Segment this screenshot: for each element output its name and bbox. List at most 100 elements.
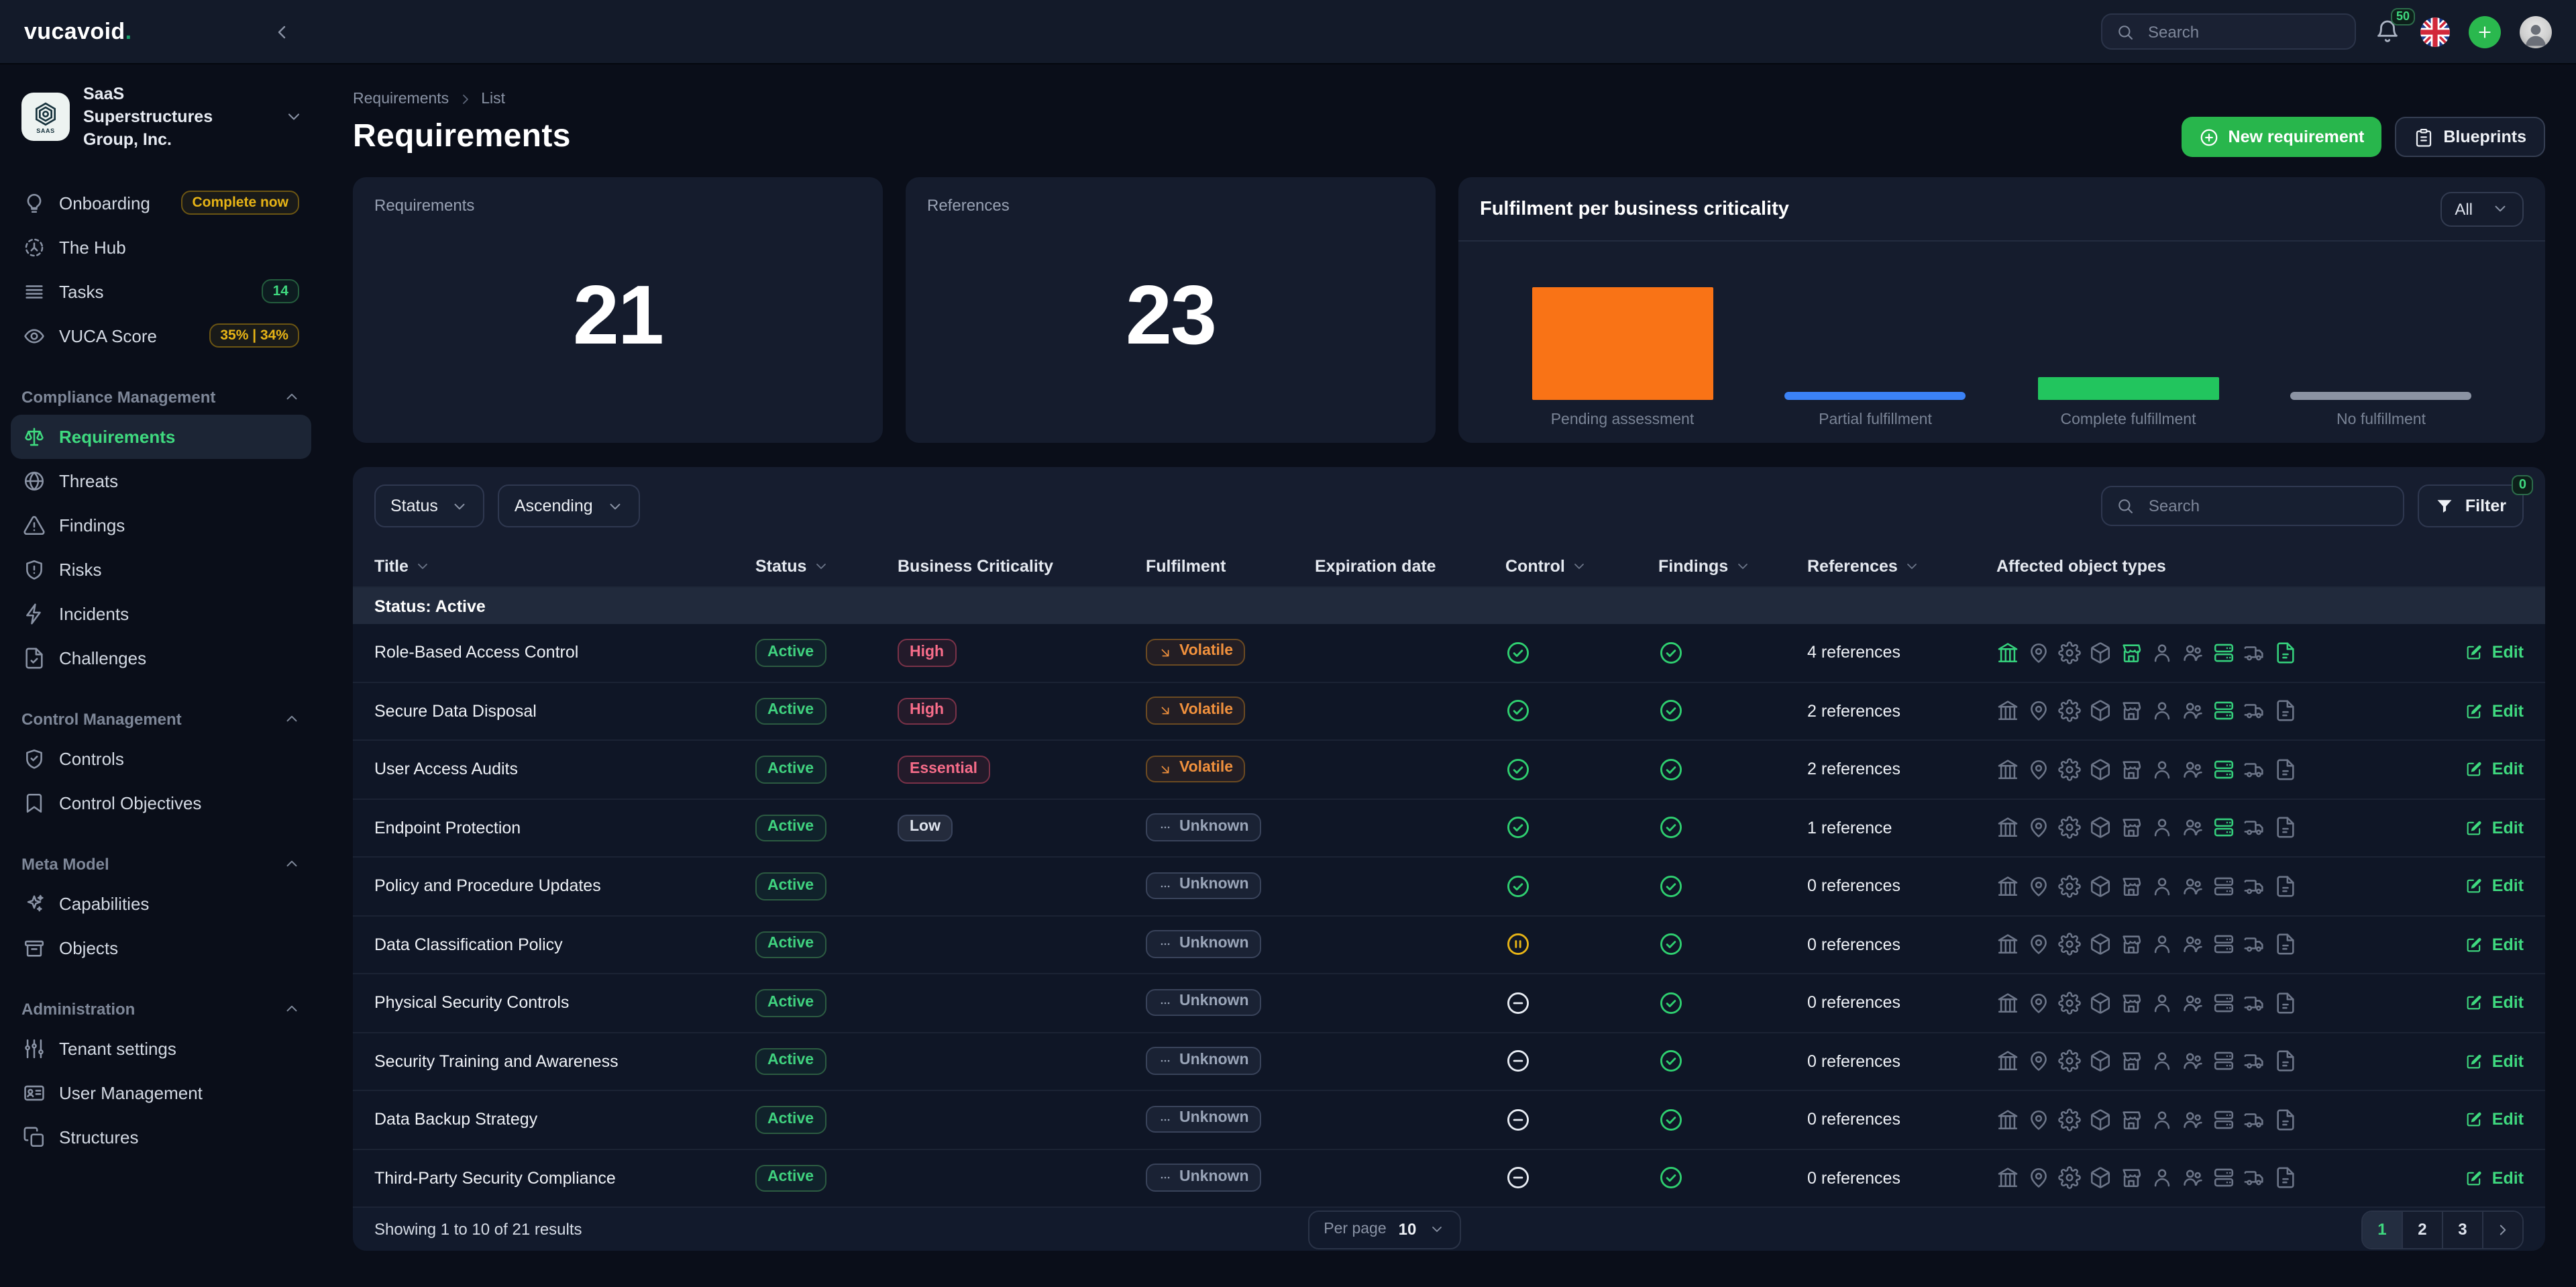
- page-button-3[interactable]: 3: [2442, 1211, 2482, 1247]
- sidebar-item-challenges[interactable]: Challenges: [11, 635, 311, 680]
- breadcrumb-requirements[interactable]: Requirements: [353, 91, 449, 107]
- table-row[interactable]: Third-Party Security ComplianceActiveUnk…: [353, 1149, 2545, 1206]
- column-header-status[interactable]: Status: [755, 556, 898, 575]
- chart-category-label: Partial fulfillment: [1749, 400, 2002, 443]
- table-row[interactable]: Physical Security ControlsActiveUnknown0…: [353, 974, 2545, 1033]
- server-icon: [2212, 1167, 2235, 1190]
- edit-button[interactable]: Edit: [2439, 877, 2524, 896]
- sidebar-item-tenant-settings[interactable]: Tenant settings: [11, 1026, 311, 1070]
- plus-icon: [2475, 22, 2494, 41]
- org-selector[interactable]: SAAS SaaS Superstructures Group, Inc.: [21, 83, 303, 151]
- edit-button[interactable]: Edit: [2439, 935, 2524, 954]
- page-button-1[interactable]: 1: [2363, 1211, 2402, 1247]
- column-header-references[interactable]: References: [1807, 556, 1996, 575]
- edit-button[interactable]: Edit: [2439, 994, 2524, 1013]
- check-circle-icon: [1658, 757, 1684, 782]
- store-icon: [2120, 817, 2143, 839]
- user-icon: [2151, 1050, 2174, 1073]
- map-pin-icon: [2027, 992, 2050, 1015]
- sidebar-item-user-management[interactable]: User Management: [11, 1070, 311, 1115]
- table-search[interactable]: [2102, 486, 2405, 526]
- table-row[interactable]: Secure Data DisposalActiveHighVolatile2 …: [353, 682, 2545, 741]
- sidebar-item-structures[interactable]: Structures: [11, 1115, 311, 1159]
- gear-icon: [2058, 1167, 2081, 1190]
- sort-order-select[interactable]: Ascending: [498, 484, 640, 527]
- uk-flag-icon[interactable]: [2420, 17, 2450, 46]
- sidebar-item-the-hub[interactable]: The Hub: [11, 225, 311, 269]
- filter-button[interactable]: Filter 0: [2418, 484, 2524, 527]
- edit-button[interactable]: Edit: [2439, 702, 2524, 721]
- new-requirement-button[interactable]: New requirement: [2182, 117, 2382, 157]
- sidebar-collapse-button[interactable]: [266, 16, 298, 48]
- sidebar-item-vuca-score[interactable]: VUCA Score35% | 34%: [11, 313, 311, 358]
- status-badge: Active: [755, 1165, 826, 1192]
- sidebar-item-incidents[interactable]: Incidents: [11, 591, 311, 635]
- sidebar-item-label: The Hub: [59, 237, 126, 257]
- sidebar-item-control-objectives[interactable]: Control Objectives: [11, 780, 311, 825]
- control-status-icon: [1505, 874, 1658, 899]
- chart-bar-pending-assessment: [1532, 287, 1713, 400]
- shield-alert-icon: [23, 558, 46, 580]
- table-row[interactable]: User Access AuditsActiveEssentialVolatil…: [353, 741, 2545, 799]
- check-circle-icon: [1658, 932, 1684, 958]
- chart-filter-select[interactable]: All: [2440, 191, 2524, 226]
- edit-button[interactable]: Edit: [2439, 760, 2524, 779]
- table-row[interactable]: Policy and Procedure UpdatesActiveUnknow…: [353, 858, 2545, 916]
- sidebar-item-objects[interactable]: Objects: [11, 925, 311, 970]
- quick-add-button[interactable]: [2469, 15, 2501, 48]
- chevron-down-icon: [415, 558, 431, 574]
- sidebar-item-risks[interactable]: Risks: [11, 547, 311, 591]
- sort-field-select[interactable]: Status: [374, 484, 485, 527]
- table-search-input[interactable]: [2146, 495, 2390, 517]
- bank-icon: [1996, 758, 2019, 781]
- sidebar-section-meta-model[interactable]: Meta Model: [21, 854, 301, 873]
- table-row[interactable]: Data Classification PolicyActiveUnknown0…: [353, 916, 2545, 974]
- eye-icon: [23, 324, 46, 347]
- edit-button[interactable]: Edit: [2439, 819, 2524, 837]
- edit-button[interactable]: Edit: [2439, 1111, 2524, 1129]
- page-button-2[interactable]: 2: [2402, 1211, 2442, 1247]
- global-search-input[interactable]: [2145, 21, 2341, 42]
- next-page-button[interactable]: [2482, 1211, 2522, 1247]
- map-pin-icon: [2027, 1109, 2050, 1131]
- table-row[interactable]: Role-Based Access ControlActiveHighVolat…: [353, 624, 2545, 682]
- requirements-stat-card: Requirements 21: [353, 177, 883, 443]
- user-icon: [2151, 700, 2174, 723]
- table-row[interactable]: Security Training and AwarenessActiveUnk…: [353, 1033, 2545, 1091]
- edit-button[interactable]: Edit: [2439, 1052, 2524, 1071]
- sidebar-item-tasks[interactable]: Tasks14: [11, 269, 311, 313]
- sidebar-section-control-management[interactable]: Control Management: [21, 709, 301, 728]
- chart-category-label: No fulfillment: [2255, 400, 2508, 443]
- edit-button[interactable]: Edit: [2439, 1169, 2524, 1188]
- edit-button[interactable]: Edit: [2439, 644, 2524, 662]
- user-avatar[interactable]: [2520, 15, 2552, 48]
- global-search[interactable]: [2101, 13, 2356, 50]
- check-circle-icon: [1658, 699, 1684, 724]
- sidebar-item-findings[interactable]: Findings: [11, 503, 311, 547]
- column-header-control[interactable]: Control: [1505, 556, 1658, 575]
- sidebar-item-controls[interactable]: Controls: [11, 736, 311, 780]
- per-page-select[interactable]: Per page 10: [1307, 1210, 1460, 1249]
- column-header-findings[interactable]: Findings: [1658, 556, 1807, 575]
- fulfilment-badge: Unknown: [1146, 1164, 1261, 1192]
- sliders-icon: [23, 1037, 46, 1060]
- table-row[interactable]: Data Backup StrategyActiveUnknown0 refer…: [353, 1091, 2545, 1149]
- sidebar-section-administration[interactable]: Administration: [21, 999, 301, 1018]
- sidebar-item-threats[interactable]: Threats: [11, 458, 311, 503]
- users-icon: [2182, 1050, 2204, 1073]
- sidebar-item-onboarding[interactable]: OnboardingComplete now: [11, 181, 311, 225]
- sidebar-item-capabilities[interactable]: Capabilities: [11, 881, 311, 925]
- sidebar-item-requirements[interactable]: Requirements: [11, 414, 311, 458]
- row-title: User Access Audits: [374, 760, 755, 779]
- sidebar-item-label: Requirements: [59, 426, 175, 446]
- sidebar-section-compliance-management[interactable]: Compliance Management: [21, 387, 301, 406]
- truck-icon: [2243, 758, 2266, 781]
- blueprints-button[interactable]: Blueprints: [2395, 117, 2545, 157]
- bank-icon: [1996, 875, 2019, 898]
- check-circle-icon: [1505, 815, 1531, 841]
- column-header-title[interactable]: Title: [374, 556, 755, 575]
- user-icon: [2151, 933, 2174, 956]
- notifications-button[interactable]: 50: [2375, 18, 2402, 45]
- table-row[interactable]: Endpoint ProtectionActiveLowUnknown1 ref…: [353, 799, 2545, 858]
- user-icon: [2151, 758, 2174, 781]
